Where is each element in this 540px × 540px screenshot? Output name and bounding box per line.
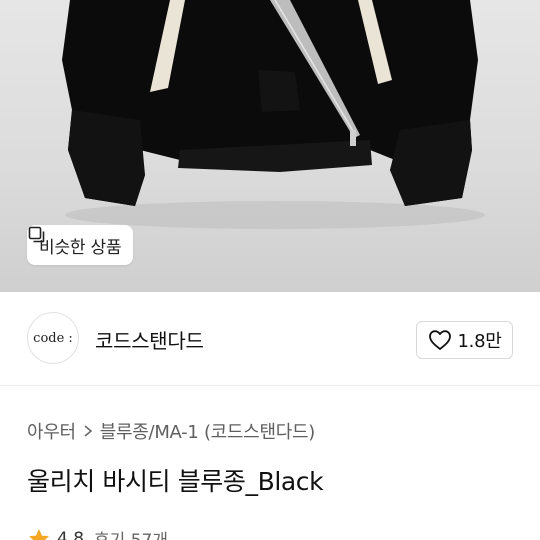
brand-logo[interactable]: code : [27,312,79,364]
brand-name[interactable]: 코드스탠다드 [95,325,204,354]
breadcrumb-subcategory[interactable]: 블루종/MA-1 (코드스탠다드) [100,418,315,444]
similar-items-icon [28,226,45,243]
breadcrumb: 아우터 블루종/MA-1 (코드스탠다드) [27,418,315,444]
product-title: 울리치 바시티 블루종_Black [27,467,324,496]
similar-items-button[interactable]: 비슷한 상품 [27,225,134,265]
breadcrumb-category[interactable]: 아우터 [27,418,76,444]
review-count: 후기 57개 [94,526,168,540]
heart-outline-icon [428,330,451,350]
rating-value: 4.8 [57,528,85,540]
product-rating[interactable]: 4.8 후기 57개 [27,526,168,540]
like-count: 1.8만 [457,331,502,352]
similar-items-label: 비슷한 상품 [39,237,122,258]
star-icon [29,528,49,540]
product-image[interactable]: 비슷한 상품 [0,0,540,292]
chevron-right-icon [84,425,93,437]
brand-like-button[interactable]: 1.8만 [416,321,513,359]
